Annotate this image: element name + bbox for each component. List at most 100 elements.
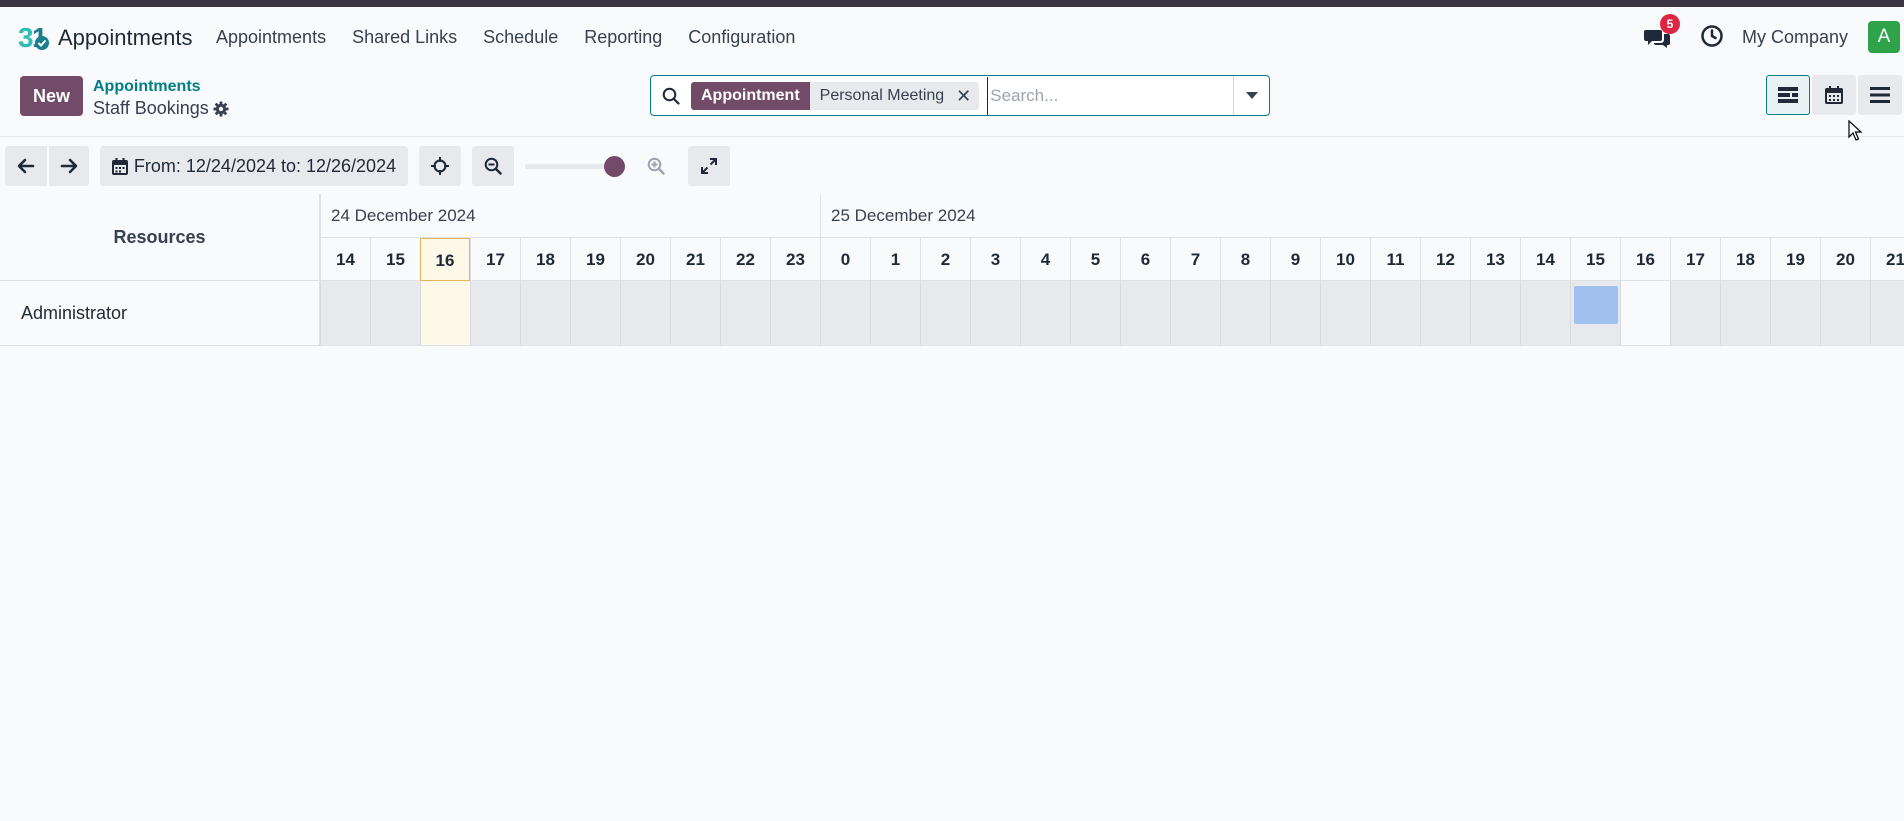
previous-period-button[interactable] — [5, 146, 47, 186]
hour-header: 10 — [1320, 238, 1370, 281]
hour-header: 8 — [1220, 238, 1270, 281]
hour-header: 4 — [1020, 238, 1070, 281]
search-input[interactable] — [987, 76, 1233, 115]
hour-header: 18 — [1720, 238, 1770, 281]
gantt-cell[interactable] — [1170, 281, 1220, 345]
app-name[interactable]: Appointments — [58, 25, 193, 51]
gantt-cell[interactable] — [970, 281, 1020, 345]
gantt-cell[interactable] — [1070, 281, 1120, 345]
hour-header: 5 — [1070, 238, 1120, 281]
date-range-picker-button[interactable]: From: 12/24/2024 to: 12/26/2024 — [100, 146, 408, 186]
gantt-cell[interactable] — [1470, 281, 1520, 345]
gantt-view-button[interactable] — [1766, 75, 1810, 115]
hour-header: 19 — [1770, 238, 1820, 281]
breadcrumb-parent-link[interactable]: Appointments — [93, 78, 201, 96]
hour-header: 17 — [1670, 238, 1720, 281]
hour-header: 11 — [1370, 238, 1420, 281]
gantt-cell[interactable] — [1370, 281, 1420, 345]
search-icon — [651, 76, 691, 116]
expand-icon — [701, 158, 717, 174]
hour-header: 7 — [1170, 238, 1220, 281]
zoom-out-button[interactable] — [472, 146, 514, 186]
gear-icon[interactable] — [213, 101, 229, 117]
gantt-cell[interactable] — [1720, 281, 1770, 345]
search-bar: Appointment Personal Meeting ✕ — [650, 75, 1270, 116]
hour-header: 14 — [320, 238, 370, 281]
resource-row-label[interactable]: Administrator — [0, 281, 320, 346]
view-switcher — [1766, 75, 1902, 115]
clock-icon — [1701, 25, 1723, 47]
next-period-button[interactable] — [49, 146, 89, 186]
gantt-cell[interactable] — [1820, 281, 1870, 345]
page-title: Staff Bookings — [93, 98, 209, 118]
gantt-cell[interactable] — [1870, 281, 1904, 345]
gantt-cell[interactable] — [1020, 281, 1070, 345]
gantt-cell[interactable] — [1270, 281, 1320, 345]
new-button[interactable]: New — [20, 76, 83, 116]
focus-today-button[interactable] — [419, 146, 461, 186]
calendar-icon — [111, 157, 128, 175]
menu-item-schedule[interactable]: Schedule — [483, 27, 558, 48]
gantt-cell[interactable] — [920, 281, 970, 345]
hour-header: 19 — [570, 238, 620, 281]
gantt-cell[interactable] — [1120, 281, 1170, 345]
facet-remove-icon[interactable]: ✕ — [956, 82, 971, 110]
gantt-cell[interactable] — [620, 281, 670, 345]
gantt-cell[interactable] — [320, 281, 370, 345]
gantt-cell[interactable] — [370, 281, 420, 345]
gantt-cell[interactable] — [1520, 281, 1570, 345]
menu-item-appointments[interactable]: Appointments — [216, 27, 326, 48]
resource-row-cells — [320, 281, 1904, 346]
gantt-cell[interactable] — [520, 281, 570, 345]
calendar-view-button[interactable] — [1812, 75, 1856, 115]
hour-header: 21 — [1870, 238, 1904, 281]
gantt-cell[interactable] — [670, 281, 720, 345]
hour-header: 22 — [720, 238, 770, 281]
gantt-cell[interactable] — [820, 281, 870, 345]
gantt-cell[interactable] — [470, 281, 520, 345]
navbar: 3 1 Appointments Appointments Shared Lin… — [0, 7, 1904, 67]
gantt-cell[interactable] — [1420, 281, 1470, 345]
zoom-slider-handle[interactable] — [604, 156, 625, 177]
hour-header: 3 — [970, 238, 1020, 281]
list-view-icon — [1870, 87, 1890, 103]
day-header: 24 December 2024 — [320, 194, 820, 237]
hour-headers-row: 14 15 16 17 18 19 20 21 22 23 0 1 2 3 4 5 6 7 8 9 10 11 12 13 14… — [320, 237, 1904, 281]
fullscreen-button[interactable] — [688, 146, 730, 186]
appointments-app-icon[interactable]: 3 1 — [18, 21, 50, 53]
list-view-button[interactable] — [1858, 75, 1902, 115]
hour-header: 9 — [1270, 238, 1320, 281]
menu-item-configuration[interactable]: Configuration — [688, 27, 795, 48]
gantt-cell[interactable] — [1320, 281, 1370, 345]
hour-header: 2 — [920, 238, 970, 281]
activities-button[interactable] — [1700, 24, 1726, 50]
gantt-cell[interactable] — [1620, 281, 1670, 345]
user-avatar[interactable]: A — [1868, 21, 1900, 53]
gantt-view-icon — [1778, 87, 1798, 103]
gantt-cell[interactable] — [420, 281, 470, 345]
gantt-cell[interactable] — [720, 281, 770, 345]
hour-header: 23 — [770, 238, 820, 281]
day-header: 25 December 2024 — [820, 194, 1904, 237]
search-options-toggle[interactable] — [1233, 76, 1269, 115]
company-switcher[interactable]: My Company — [1742, 27, 1848, 48]
hour-header: 13 — [1470, 238, 1520, 281]
crosshairs-icon — [431, 157, 449, 175]
gantt-cell[interactable] — [870, 281, 920, 345]
gantt-cell[interactable] — [1770, 281, 1820, 345]
hour-header: 18 — [520, 238, 570, 281]
zoom-in-button[interactable] — [636, 146, 676, 186]
gantt-cell[interactable] — [570, 281, 620, 345]
search-facet-label: Appointment — [691, 81, 810, 110]
hour-header: 20 — [1820, 238, 1870, 281]
menu-item-shared-links[interactable]: Shared Links — [352, 27, 457, 48]
gantt-cell[interactable] — [1670, 281, 1720, 345]
booking-pill[interactable] — [1574, 286, 1618, 324]
messages-button[interactable]: 5 — [1643, 14, 1680, 52]
menu-item-reporting[interactable]: Reporting — [584, 27, 662, 48]
hour-header: 12 — [1420, 238, 1470, 281]
arrow-left-icon — [17, 158, 35, 174]
messages-count-badge: 5 — [1659, 14, 1680, 34]
gantt-cell[interactable] — [770, 281, 820, 345]
gantt-cell[interactable] — [1220, 281, 1270, 345]
